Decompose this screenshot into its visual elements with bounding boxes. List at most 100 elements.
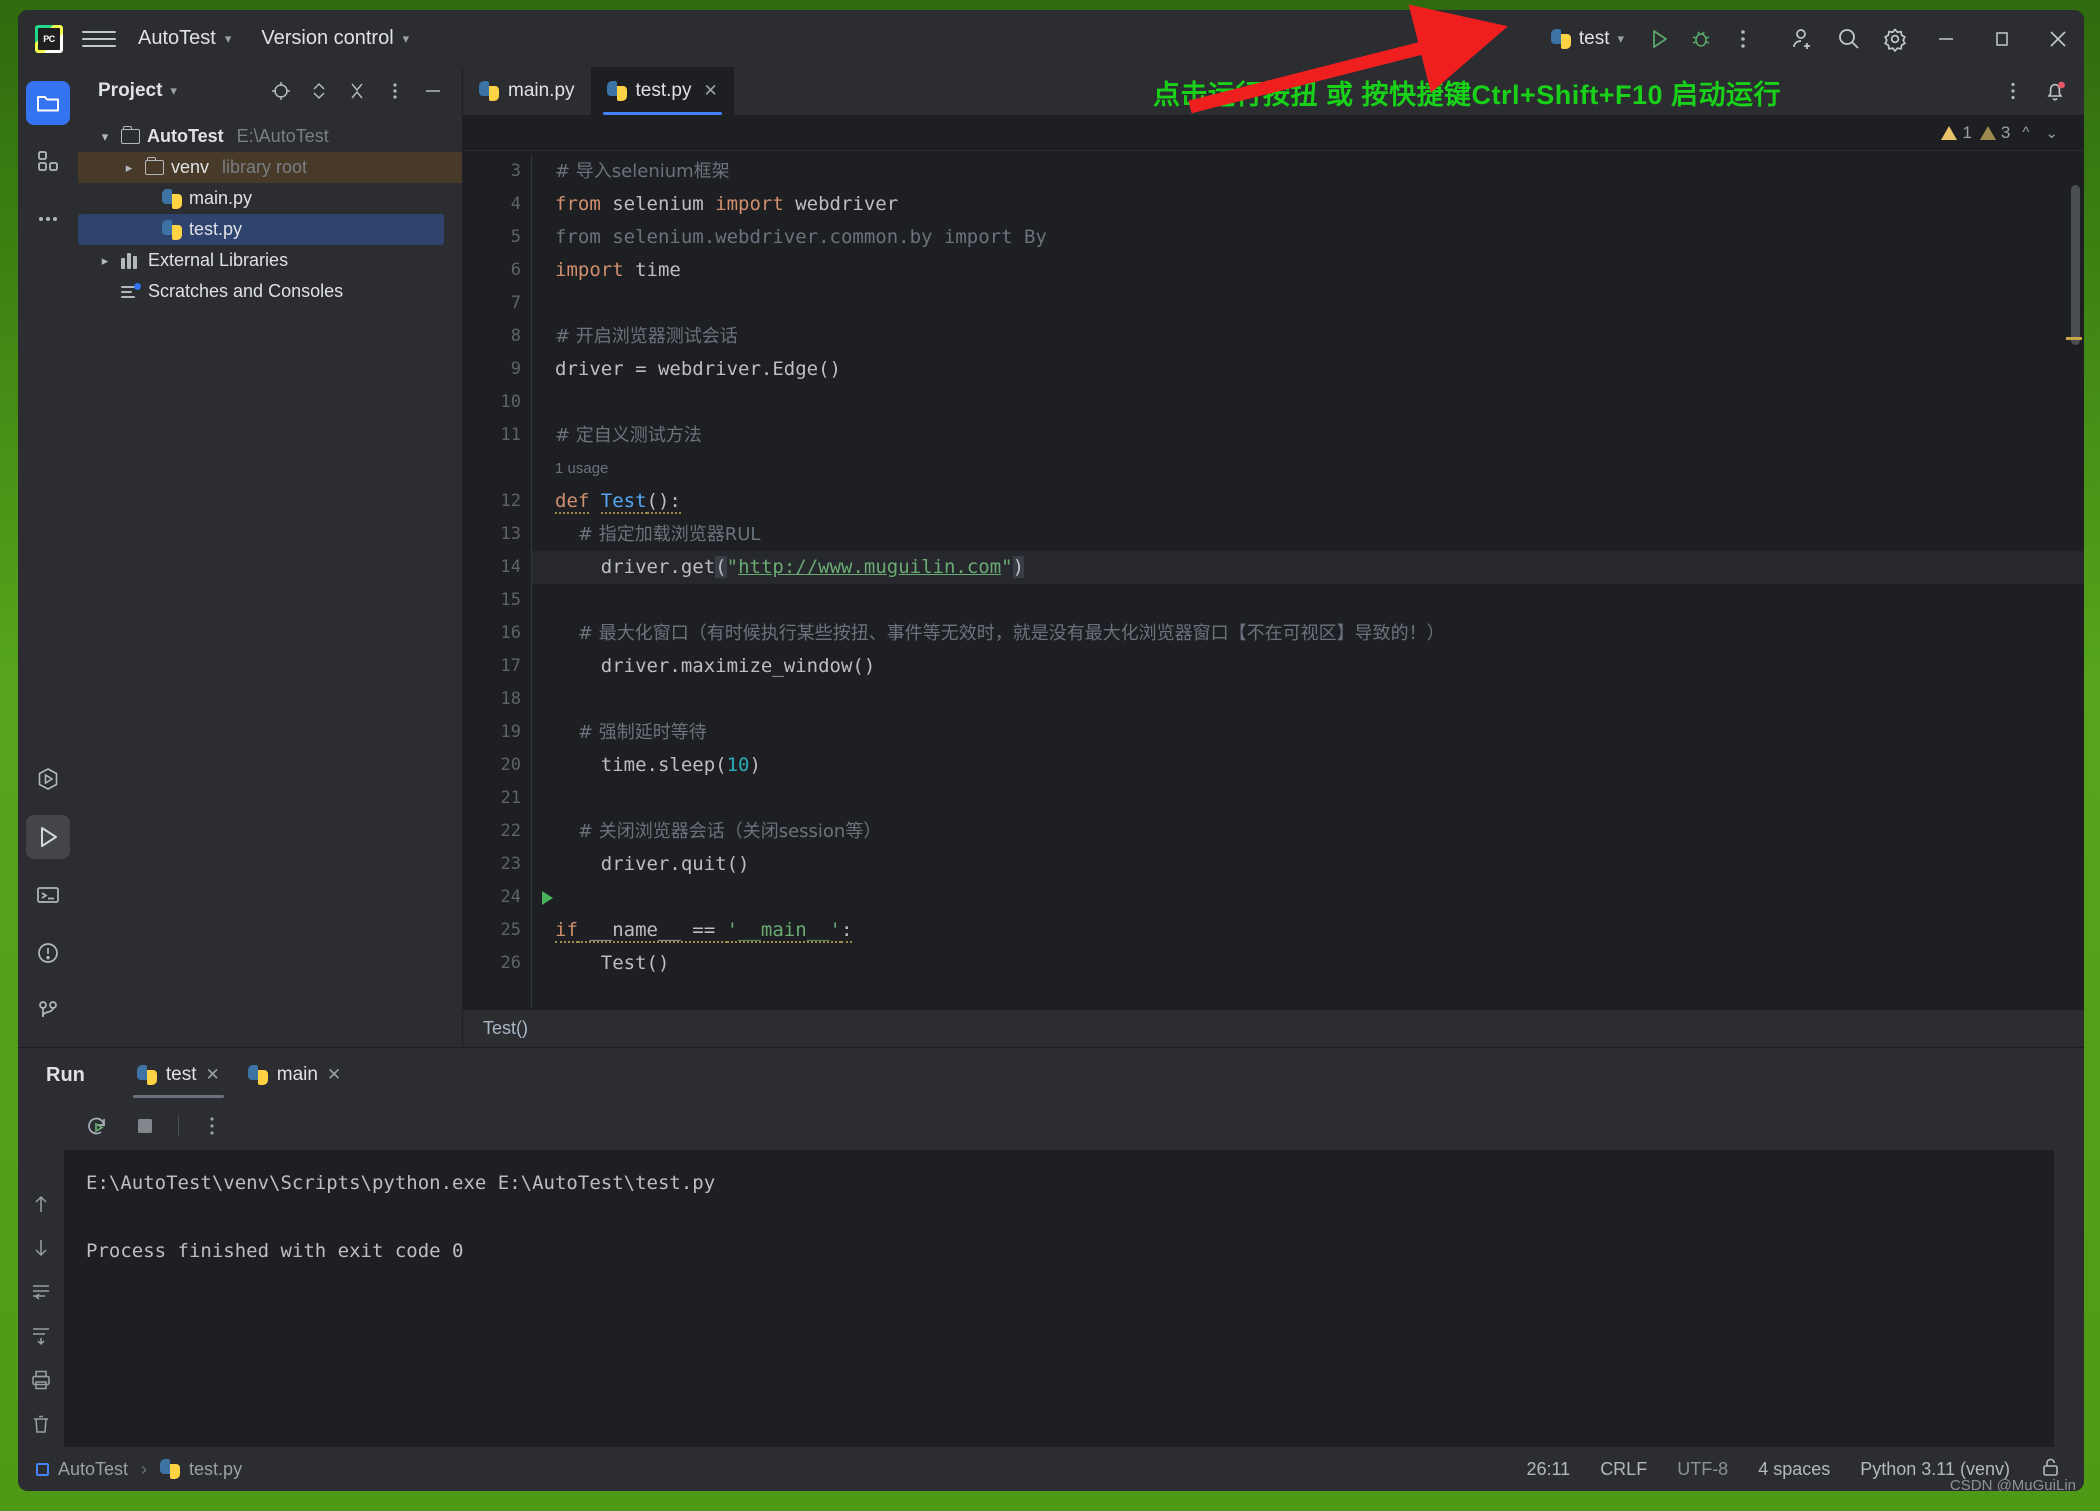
hide-icon[interactable]	[342, 76, 372, 106]
previous-problem-icon[interactable]: ^	[2018, 124, 2033, 141]
python-file-icon	[1550, 28, 1571, 49]
tree-node-autotest[interactable]: ▾ AutoTest E:\AutoTest	[78, 121, 462, 152]
select-opened-file-icon[interactable]	[266, 76, 296, 106]
logo-text: PC	[38, 27, 60, 50]
code-line-4: from selenium import webdriver	[555, 193, 899, 215]
file-encoding[interactable]: UTF-8	[1677, 1459, 1728, 1480]
minimize-window-button[interactable]	[1920, 10, 1972, 67]
search-icon[interactable]	[1828, 18, 1870, 60]
scroll-to-end-icon[interactable]	[27, 1322, 55, 1350]
minimize-icon[interactable]	[418, 76, 448, 106]
status-breadcrumb[interactable]: AutoTest › test.py	[36, 1459, 242, 1480]
line-number: 19	[500, 722, 521, 742]
add-user-icon[interactable]	[1782, 18, 1824, 60]
run-tab-test[interactable]: test ✕	[123, 1048, 234, 1102]
code-editor[interactable]: 3 4 5 6 7 8 9 10 11 . 12 13 14 15 16 17	[463, 151, 2084, 1009]
run-console-output[interactable]: E:\AutoTest\venv\Scripts\python.exe E:\A…	[64, 1150, 2054, 1447]
notifications-icon[interactable]	[2034, 70, 2076, 112]
next-problem-icon[interactable]: ⌄	[2041, 124, 2062, 142]
close-icon[interactable]: ✕	[704, 81, 718, 101]
warning-count-chip[interactable]: 1	[1941, 122, 1972, 143]
run-icon[interactable]	[26, 815, 70, 859]
settings-icon[interactable]	[1874, 18, 1916, 60]
rerun-icon[interactable]	[82, 1111, 112, 1141]
line-number: 10	[500, 392, 521, 412]
tree-node-label: Scratches and Consoles	[148, 281, 344, 301]
more-options-icon[interactable]	[1722, 18, 1764, 60]
tree-node-test-py[interactable]: test.py	[78, 214, 444, 245]
debug-icon[interactable]	[1680, 18, 1722, 60]
run-configuration-selector[interactable]: test ▾	[1550, 28, 1624, 50]
project-folder-icon[interactable]	[26, 81, 70, 125]
chevron-down-icon[interactable]: ▾	[170, 83, 177, 99]
close-icon[interactable]: ✕	[327, 1065, 341, 1085]
version-control-icon[interactable]	[26, 989, 70, 1033]
maximize-window-button[interactable]	[1976, 10, 2028, 67]
more-options-icon[interactable]	[380, 76, 410, 106]
line-number: 14	[500, 557, 521, 577]
code-line-6: import time	[555, 259, 681, 281]
status-bar: AutoTest › test.py 26:11 CRLF UTF-8 4 sp…	[18, 1447, 2084, 1491]
line-separator[interactable]: CRLF	[1600, 1459, 1647, 1480]
chevron-down-icon: ▾	[1617, 30, 1624, 46]
more-tool-windows-icon[interactable]	[26, 197, 70, 241]
code-text[interactable]: # 导入selenium框架 from selenium import webd…	[531, 151, 2084, 1009]
run-tab-main[interactable]: main ✕	[234, 1048, 355, 1102]
tab-main-py[interactable]: main.py	[463, 67, 591, 115]
weak-warning-count-chip[interactable]: 3	[1979, 123, 2010, 143]
warning-count: 1	[1962, 122, 1972, 142]
close-window-button[interactable]	[2032, 10, 2084, 67]
print-icon[interactable]	[27, 1366, 55, 1394]
folder-icon	[121, 126, 140, 144]
stop-icon[interactable]	[130, 1111, 160, 1141]
breadcrumb[interactable]: Test()	[463, 1009, 2084, 1047]
tab-test-py[interactable]: test.py ✕	[590, 67, 734, 115]
pycharm-window: PC AutoTest ▾ Version control ▾ test ▾ P…	[18, 10, 2084, 1491]
line-number: 9	[510, 359, 521, 379]
tree-node-external-libraries[interactable]: ▸ External Libraries	[78, 245, 462, 276]
soft-wrap-icon[interactable]	[27, 1278, 55, 1306]
close-icon[interactable]: ✕	[206, 1065, 220, 1085]
run-icon[interactable]	[1638, 18, 1680, 60]
chevron-right-icon[interactable]: ▸	[120, 160, 138, 176]
run-tab-label: main	[276, 1064, 318, 1085]
line-number: 26	[500, 953, 521, 973]
line-number: 17	[500, 656, 521, 676]
problems-icon[interactable]	[26, 931, 70, 975]
tree-node-label: AutoTest	[147, 126, 224, 146]
run-anything-icon[interactable]	[26, 757, 70, 801]
line-number-with-run-marker[interactable]: 24	[463, 881, 553, 914]
chevron-right-icon[interactable]: ▸	[96, 253, 114, 269]
indent-setting[interactable]: 4 spaces	[1758, 1459, 1830, 1480]
menu-item-project[interactable]: AutoTest ▾	[138, 27, 231, 50]
code-line-11: # 定自义测试方法	[555, 425, 702, 446]
tree-node-venv[interactable]: ▸ venv library root	[78, 152, 462, 183]
tree-node-main-py[interactable]: main.py	[78, 183, 462, 214]
pycharm-logo-icon: PC	[32, 21, 66, 56]
python-file-icon	[160, 1459, 181, 1479]
main-menu-icon[interactable]	[82, 22, 116, 56]
structure-icon[interactable]	[26, 139, 70, 183]
tree-node-scratches[interactable]: Scratches and Consoles	[78, 276, 462, 307]
code-line-9: driver = webdriver.Edge()	[555, 358, 841, 380]
clear-all-icon[interactable]	[27, 1410, 55, 1438]
more-options-icon[interactable]	[1992, 70, 2034, 112]
terminal-icon[interactable]	[26, 873, 70, 917]
more-options-icon[interactable]	[197, 1111, 227, 1141]
caret-position[interactable]: 26:11	[1526, 1459, 1570, 1480]
project-tree: ▾ AutoTest E:\AutoTest ▸ venv library ro…	[78, 115, 462, 307]
line-number: 6	[510, 260, 521, 280]
expand-collapse-icon[interactable]	[304, 76, 334, 106]
scroll-down-icon[interactable]	[27, 1234, 55, 1262]
editor-scrollbar[interactable]	[2071, 185, 2080, 345]
line-number-gutter: 3 4 5 6 7 8 9 10 11 . 12 13 14 15 16 17	[463, 151, 553, 1009]
menu-item-version-control[interactable]: Version control ▾	[261, 27, 409, 50]
chevron-down-icon[interactable]: ▾	[96, 129, 114, 145]
tab-label: main.py	[508, 80, 575, 101]
usage-hint[interactable]: 1 usage	[555, 452, 2084, 485]
scroll-up-icon[interactable]	[27, 1190, 55, 1218]
